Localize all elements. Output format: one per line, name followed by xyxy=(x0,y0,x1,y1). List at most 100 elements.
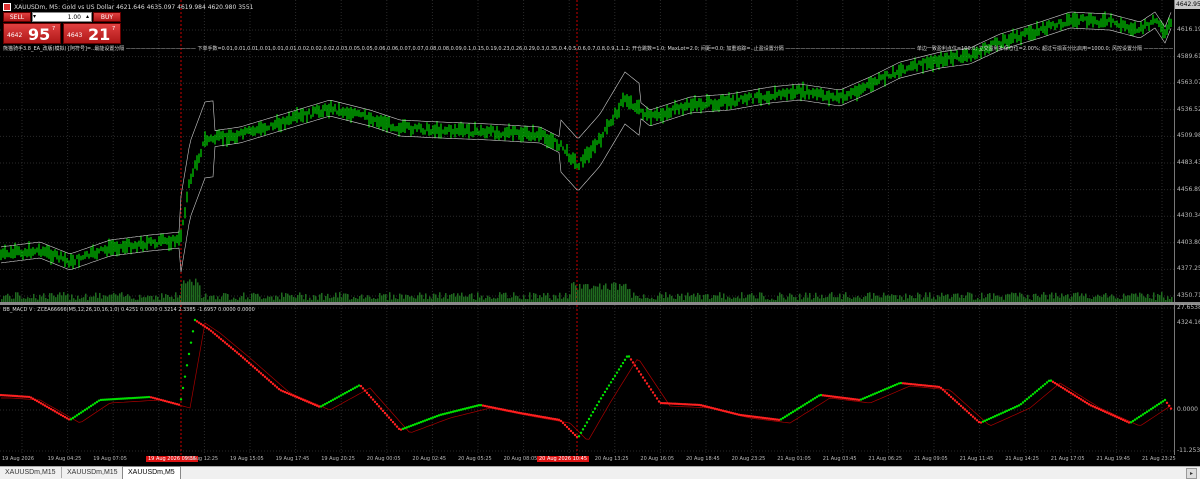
macd-dot xyxy=(651,391,655,394)
macd-dot xyxy=(63,415,67,419)
time-axis-label: 21 Aug 19:45 xyxy=(1096,456,1131,462)
tab-xauusd-m5[interactable]: XAUUSDm,M5 xyxy=(122,466,181,479)
macd-dot xyxy=(439,413,443,416)
volume-bar xyxy=(1055,292,1057,302)
macd-dot xyxy=(381,409,385,413)
volume-bar xyxy=(799,293,801,302)
volume-bar xyxy=(399,293,401,302)
macd-dot xyxy=(365,391,369,395)
volume-bar xyxy=(17,292,19,302)
macd-dot xyxy=(779,418,783,421)
macd-dot xyxy=(1023,399,1027,403)
macd-dot xyxy=(1051,380,1055,384)
macd-dot xyxy=(1143,411,1147,415)
macd-dot xyxy=(489,406,493,409)
volume-bar xyxy=(393,294,395,302)
volume-bar xyxy=(1147,293,1149,302)
volume-bar xyxy=(1007,293,1009,302)
macd-dot xyxy=(1137,415,1141,419)
volume-bar xyxy=(59,292,61,302)
sell-price-box[interactable]: 4642 95 7 xyxy=(3,23,61,44)
macd-dot xyxy=(543,416,547,419)
macd-dot xyxy=(191,330,195,333)
volume-bar xyxy=(313,295,315,302)
buy-button[interactable]: BUY xyxy=(93,12,121,22)
macd-dot xyxy=(709,406,713,409)
volume-bar xyxy=(505,292,507,302)
macd-dot xyxy=(703,405,707,408)
volume-bar xyxy=(629,288,631,302)
macd-dot xyxy=(1159,401,1163,404)
macd-dot xyxy=(1043,382,1047,386)
macd-dot xyxy=(1129,421,1133,424)
macd-dot xyxy=(251,365,255,368)
volume-bar xyxy=(553,294,555,302)
volume-bar xyxy=(539,295,541,302)
lot-decrease-icon[interactable]: ▾ xyxy=(33,13,36,20)
macd-dot xyxy=(459,408,463,411)
volume-bar xyxy=(361,294,363,302)
macd-indicator-chart[interactable] xyxy=(0,305,1174,455)
volume-bar xyxy=(919,294,921,302)
macd-dot xyxy=(481,404,485,407)
volume-bar xyxy=(1073,293,1075,302)
macd-axis[interactable] xyxy=(1174,305,1200,455)
macd-dot xyxy=(605,387,609,390)
volume-bar xyxy=(119,293,121,302)
macd-dot xyxy=(369,396,373,399)
macd-dot xyxy=(1167,404,1171,407)
tab-xauusd-m15-2[interactable]: XAUUSDm,M15 xyxy=(62,467,124,478)
price-axis[interactable] xyxy=(1174,0,1200,302)
macd-dot xyxy=(1169,407,1173,410)
macd-dot xyxy=(499,408,503,411)
volume-bar xyxy=(1015,292,1017,302)
volume-bar xyxy=(643,294,645,302)
macd-dot xyxy=(61,414,65,418)
volume-bar xyxy=(379,293,381,302)
time-axis-label: 21 Aug 09:05 xyxy=(914,456,948,462)
macd-dot xyxy=(203,325,207,328)
scroll-right-icon[interactable]: ▸ xyxy=(1186,468,1197,479)
macd-dot xyxy=(1067,390,1071,394)
macd-dot xyxy=(1079,398,1083,401)
volume-bar xyxy=(179,295,181,302)
volume-bar xyxy=(1085,293,1087,302)
macd-dot xyxy=(1017,404,1021,407)
macd-title: BB_MACD V : ZCEA66666(M5,12,26,10,16,1.0… xyxy=(3,307,255,313)
volume-bar xyxy=(189,279,191,302)
macd-dot xyxy=(943,390,947,393)
volume-bar xyxy=(1161,292,1163,302)
tab-xauusd-m15-1[interactable]: XAUUSDm,M15 xyxy=(0,467,62,478)
macd-dot xyxy=(547,416,551,420)
volume-bar xyxy=(535,293,537,302)
volume-bar xyxy=(1051,292,1053,302)
volume-bar xyxy=(223,293,225,302)
lot-increase-icon[interactable]: ▴ xyxy=(86,13,89,20)
volume-bar xyxy=(165,294,167,302)
macd-dot xyxy=(545,416,549,419)
price-axis-label: 4324.16 xyxy=(1177,318,1200,326)
volume-bar xyxy=(457,293,459,302)
buy-price-box[interactable]: 4643 21 7 xyxy=(63,23,121,44)
macd-dot xyxy=(83,408,87,412)
macd-dot xyxy=(723,410,727,413)
sell-button[interactable]: SELL xyxy=(3,12,31,22)
macd-dot xyxy=(553,417,557,421)
volume-bar xyxy=(33,293,35,302)
macd-axis-label: -11.2535 xyxy=(1177,447,1200,454)
macd-dot xyxy=(1055,383,1059,386)
macd-dot xyxy=(567,427,571,431)
volume-bar xyxy=(623,284,625,302)
volume-bar xyxy=(469,294,471,302)
volume-bar xyxy=(1005,294,1007,302)
macd-dot xyxy=(515,411,519,414)
volume-bar xyxy=(99,292,101,302)
volume-bar xyxy=(1067,294,1069,302)
volume-bar xyxy=(621,285,623,302)
macd-dot xyxy=(639,373,643,376)
macd-dot xyxy=(43,404,47,407)
lot-size-input[interactable]: 1.00 xyxy=(32,12,92,22)
chart-window[interactable]: 4642.95 XAUUSDm, M5: Gold vs US Dollar 4… xyxy=(0,0,1200,479)
time-axis[interactable]: 19 Aug 2026 09:35 20 Aug 2026 10:45 19 A… xyxy=(0,455,1200,465)
volume-bar xyxy=(255,294,257,302)
